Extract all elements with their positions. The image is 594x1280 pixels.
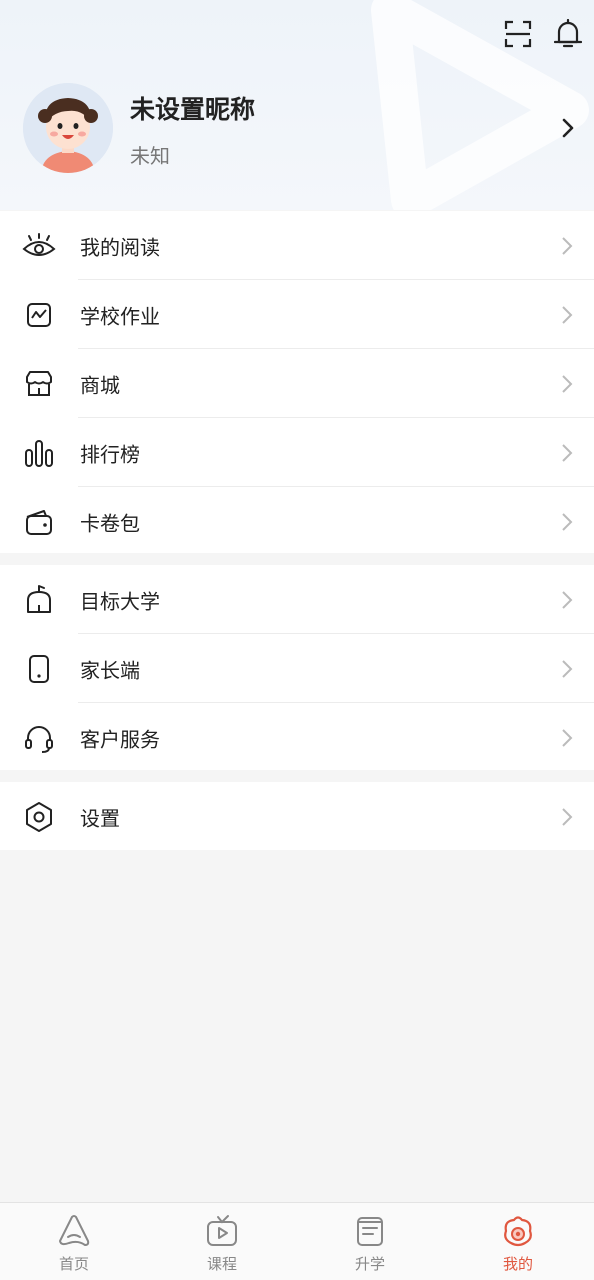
scan-icon	[504, 20, 532, 48]
menu-item-my-reading[interactable]: 我的阅读	[0, 211, 594, 280]
tab-home[interactable]: 首页	[0, 1203, 148, 1280]
menu-item-school-homework[interactable]: 学校作业	[0, 280, 594, 349]
university-icon	[27, 584, 51, 613]
document-icon	[357, 1217, 383, 1246]
menu-item-label: 卡卷包	[80, 511, 140, 535]
scan-button[interactable]	[500, 16, 536, 52]
chart-square-icon	[27, 302, 51, 327]
profile-chevron-right-icon[interactable]	[556, 114, 580, 142]
chevron-right-icon	[562, 728, 573, 747]
tab-label: 升学	[354, 1255, 385, 1273]
menu-item-leaderboard[interactable]: 排行榜	[0, 418, 594, 487]
tab-mine[interactable]: 我的	[444, 1203, 592, 1280]
menu-group-secondary: 目标大学 家长端 客户服务	[0, 565, 594, 770]
tab-label: 首页	[58, 1255, 89, 1273]
tab-courses[interactable]: 课程	[148, 1203, 296, 1280]
notification-button[interactable]	[550, 16, 586, 52]
tab-admission[interactable]: 升学	[296, 1203, 444, 1280]
gender-text: 未知	[130, 144, 170, 168]
headset-icon	[25, 725, 53, 753]
menu-item-label: 客户服务	[80, 727, 160, 751]
menu-item-target-university[interactable]: 目标大学	[0, 565, 594, 634]
menu-item-label: 商城	[80, 373, 120, 397]
home-a-icon	[59, 1215, 90, 1246]
menu-item-label: 排行榜	[80, 442, 140, 466]
menu-item-customer-service[interactable]: 客户服务	[0, 703, 594, 772]
chevron-right-icon	[562, 512, 573, 531]
eye-icon	[22, 232, 56, 256]
menu-item-label: 目标大学	[80, 589, 160, 613]
menu-item-label: 我的阅读	[80, 235, 160, 259]
phone-icon	[29, 654, 49, 683]
hexagon-gear-icon	[26, 801, 52, 832]
menu-group-settings: 设置	[0, 782, 594, 850]
tab-label: 课程	[206, 1255, 237, 1273]
chevron-right-icon	[562, 305, 573, 324]
store-icon	[26, 370, 52, 396]
tv-play-icon	[207, 1215, 237, 1246]
chevron-right-icon	[562, 236, 573, 255]
menu-group-primary: 我的阅读 学校作业 商城 排行榜 卡卷包	[0, 211, 594, 553]
bottom-tab-bar: 首页 课程 升学 我的	[0, 1202, 594, 1280]
menu-item-settings[interactable]: 设置	[0, 782, 594, 851]
menu-item-label: 学校作业	[80, 304, 160, 328]
menu-item-mall[interactable]: 商城	[0, 349, 594, 418]
chevron-right-icon	[562, 659, 573, 678]
profile-face-icon	[504, 1216, 532, 1247]
menu-item-parent-app[interactable]: 家长端	[0, 634, 594, 703]
profile-header: 未设置昵称 未知	[0, 0, 594, 210]
menu-item-label: 家长端	[80, 658, 140, 682]
tab-label: 我的	[502, 1255, 533, 1273]
chevron-right-icon	[562, 443, 573, 462]
bars-icon	[25, 439, 53, 467]
avatar[interactable]	[23, 83, 113, 173]
chevron-right-icon	[562, 807, 573, 826]
bell-icon	[554, 19, 582, 48]
menu-item-coupon-wallet[interactable]: 卡卷包	[0, 487, 594, 556]
chevron-right-icon	[562, 374, 573, 393]
wallet-icon	[26, 509, 52, 535]
nickname[interactable]: 未设置昵称	[130, 90, 255, 126]
menu-item-label: 设置	[80, 806, 120, 830]
avatar-cartoon-boy-icon	[23, 83, 113, 173]
chevron-right-icon	[562, 590, 573, 609]
